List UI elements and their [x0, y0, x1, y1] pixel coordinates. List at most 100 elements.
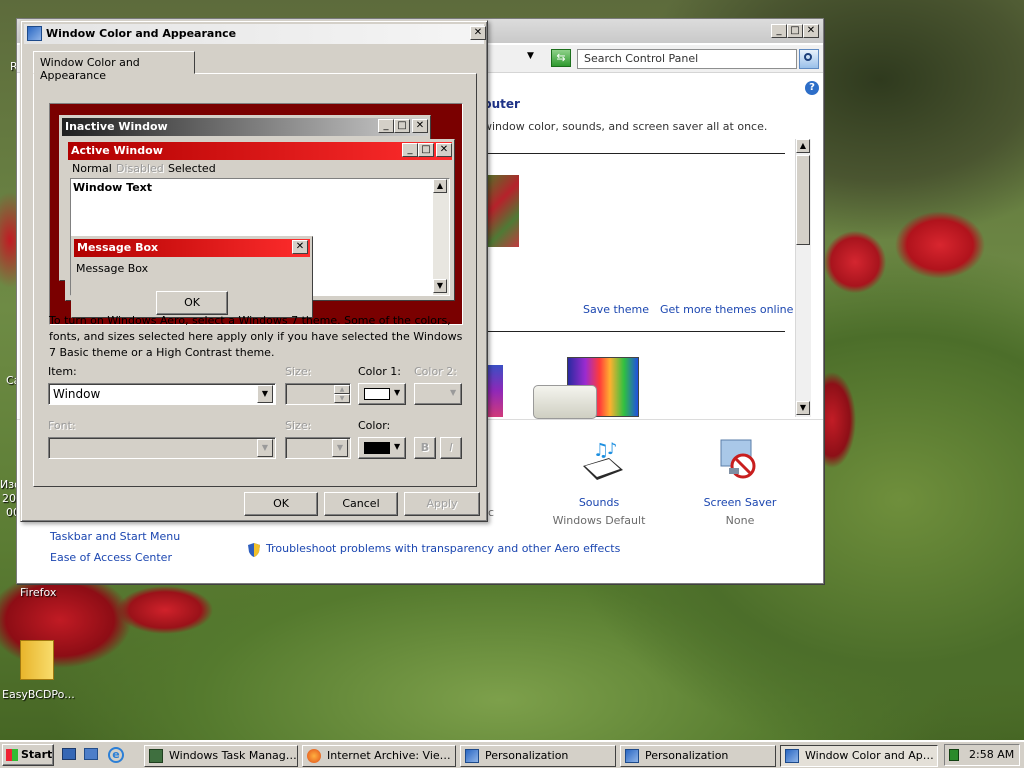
scroll-up-icon[interactable]: ▲: [796, 139, 810, 153]
desktop-icon-label: EasyBCDPo...: [2, 688, 75, 701]
bold-button[interactable]: B: [414, 437, 436, 459]
search-icon[interactable]: [799, 49, 819, 69]
font-size-label: Size:: [285, 419, 312, 432]
save-theme-link[interactable]: Save theme: [583, 303, 649, 316]
divider: [483, 153, 785, 154]
ok-button[interactable]: OK: [244, 492, 318, 516]
taskbar-item-label: Internet Archive: View ...: [327, 749, 456, 762]
chevron-down-icon: ▼: [394, 442, 401, 451]
screen-saver-setting[interactable]: Screen Saver None: [691, 434, 791, 542]
font-label: Font:: [48, 419, 76, 432]
font-size-select[interactable]: ▼: [285, 437, 351, 459]
tray-icon[interactable]: [949, 749, 959, 761]
taskbar-item-personalization-2[interactable]: Personalization: [620, 745, 776, 767]
color2-picker[interactable]: ▼: [414, 383, 462, 405]
page-description: window color, sounds, and screen saver a…: [483, 120, 768, 133]
show-desktop-icon[interactable]: [62, 748, 76, 760]
msgbox-ok-button[interactable]: OK: [156, 291, 228, 315]
msgbox-titlebar[interactable]: Message Box ✕: [74, 239, 310, 257]
scroll-down-icon[interactable]: ▼: [796, 401, 810, 415]
menu-selected[interactable]: Selected: [168, 162, 216, 175]
clock[interactable]: 2:58 AM: [969, 748, 1014, 761]
spin-down-icon[interactable]: ▼: [334, 394, 350, 403]
color1-picker[interactable]: ▼: [358, 383, 406, 405]
chevron-down-icon[interactable]: ▼: [332, 439, 348, 457]
maximize-icon: □: [394, 119, 410, 133]
taskbar-item-label: Personalization: [485, 749, 569, 762]
inactive-titlebar[interactable]: Inactive Window _ □ ✕: [62, 118, 428, 136]
color1-swatch: [364, 388, 390, 400]
sounds-setting[interactable]: ♫ ♪ Sounds Windows Default: [553, 434, 647, 542]
divider: [483, 331, 785, 332]
size-label: Size:: [285, 365, 312, 378]
scroll-down-icon[interactable]: ▼: [433, 279, 447, 293]
italic-button[interactable]: I: [440, 437, 462, 459]
close-button[interactable]: ✕: [470, 26, 486, 40]
sounds-icon: ♫ ♪: [579, 438, 625, 482]
minimize-button[interactable]: _: [771, 24, 787, 38]
menu-disabled[interactable]: Disabled: [116, 162, 164, 175]
page-heading: puter: [483, 97, 520, 111]
get-more-themes-link[interactable]: Get more themes online: [660, 303, 793, 316]
taskbar-item-firefox[interactable]: Internet Archive: View ...: [302, 745, 456, 767]
app-icon: [27, 26, 42, 41]
msgbox-text: Message Box: [76, 262, 149, 275]
taskbar: Start e Windows Task Manager Internet Ar…: [0, 740, 1024, 768]
screen-saver-icon: [719, 438, 763, 482]
taskbar-item-label: Window Color and Appe...: [805, 749, 938, 762]
themes-list[interactable]: [483, 139, 811, 417]
firefox-icon: [307, 749, 321, 763]
help-icon[interactable]: ?: [805, 81, 819, 95]
active-titlebar[interactable]: Active Window _ □ ✕: [68, 142, 452, 160]
see-also-taskbar-link[interactable]: Taskbar and Start Menu: [50, 530, 180, 543]
message-box-preview[interactable]: Message Box ✕ Message Box OK: [71, 236, 313, 318]
msgbox-title: Message Box: [77, 241, 159, 254]
chevron-down-icon[interactable]: ▼: [257, 385, 273, 403]
scrollbar-thumb[interactable]: [796, 155, 810, 245]
spin-up-icon[interactable]: ▲: [334, 385, 350, 394]
screen-saver-label[interactable]: Screen Saver: [691, 496, 789, 509]
font-select[interactable]: ▼: [48, 437, 276, 459]
scroll-up-icon[interactable]: ▲: [433, 179, 447, 193]
font-color-picker[interactable]: ▼: [358, 437, 406, 459]
chevron-down-icon[interactable]: ▼: [257, 439, 273, 457]
maximize-button[interactable]: □: [787, 24, 803, 38]
theme-thumbnail[interactable]: [483, 175, 519, 247]
desktop-icon-easybcd[interactable]: EasyBCDPo...: [2, 634, 82, 704]
size-spinner[interactable]: ▲ ▼: [285, 383, 351, 405]
item-select[interactable]: Window ▼: [48, 383, 276, 405]
troubleshoot-link[interactable]: Troubleshoot problems with transparency …: [266, 542, 620, 555]
dialog-titlebar[interactable]: Window Color and Appearance ✕: [24, 24, 486, 44]
see-also-ease-of-access-link[interactable]: Ease of Access Center: [50, 551, 172, 564]
close-button[interactable]: ✕: [803, 24, 819, 38]
maximize-icon: □: [418, 143, 434, 157]
active-window-title: Active Window: [71, 144, 163, 157]
start-label: Start: [21, 748, 53, 761]
taskbar-item-task-manager[interactable]: Windows Task Manager: [144, 745, 298, 767]
color1-label: Color 1:: [358, 365, 401, 378]
close-icon: ✕: [412, 119, 428, 133]
theme-thumbnail[interactable]: [533, 385, 597, 419]
desktop-icon-firefox[interactable]: Firefox: [14, 586, 64, 606]
internet-explorer-icon[interactable]: e: [108, 747, 124, 763]
window-text: Window Text: [73, 181, 153, 194]
color2-label: Color 2:: [414, 365, 457, 378]
info-text: To turn on Windows Aero, select a Window…: [49, 314, 463, 359]
tab-window-color[interactable]: Window Color and Appearance: [33, 51, 195, 82]
taskbar-item-personalization[interactable]: Personalization: [460, 745, 616, 767]
apply-button[interactable]: Apply: [404, 492, 480, 516]
address-dropdown-icon[interactable]: ▼: [527, 51, 534, 61]
start-button[interactable]: Start: [2, 744, 54, 766]
cancel-button[interactable]: Cancel: [324, 492, 398, 516]
sounds-label[interactable]: Sounds: [557, 496, 641, 509]
preview-scrollbar[interactable]: ▲ ▼: [433, 179, 449, 295]
chevron-down-icon: ▼: [394, 388, 401, 397]
screen-saver-value: None: [725, 514, 755, 527]
search-input[interactable]: Search Control Panel: [577, 49, 797, 69]
taskbar-item-label: Personalization: [645, 749, 729, 762]
taskbar-item-window-color[interactable]: Window Color and Appe...: [780, 745, 938, 767]
switch-windows-icon[interactable]: [84, 748, 98, 760]
refresh-icon[interactable]: ⇆: [551, 49, 571, 67]
font-color-swatch: [364, 442, 390, 454]
menu-normal[interactable]: Normal: [72, 162, 112, 175]
